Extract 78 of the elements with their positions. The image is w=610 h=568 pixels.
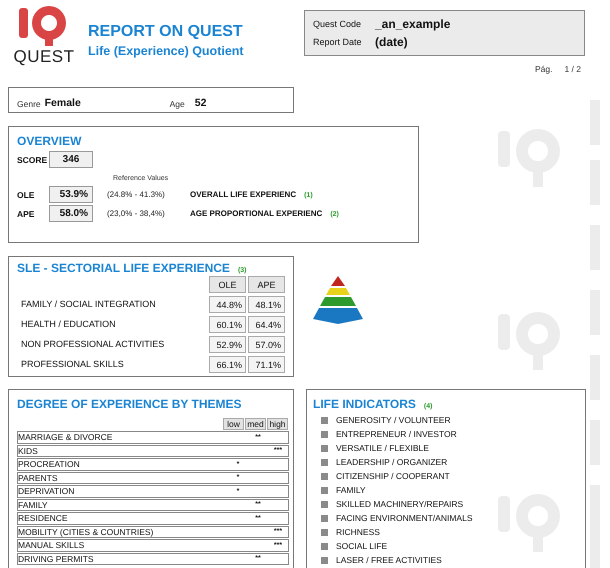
indicator-label: SOCIAL LIFE — [336, 541, 388, 551]
indicator-label: LASER / FREE ACTIVITIES — [336, 555, 442, 565]
bullet-icon — [321, 430, 328, 438]
bullet-icon — [321, 444, 328, 452]
row-label: NON PROFESSIONAL ACTIVITIES — [20, 339, 166, 350]
theme-label: PARENTS — [18, 472, 59, 483]
logo-text: QUEST — [13, 47, 75, 67]
table-cell: 71.1% — [248, 356, 285, 373]
metric-value: 58.0% — [49, 205, 93, 222]
indicator-label: GENEROSITY / VOLUNTEER — [336, 415, 451, 425]
age-value: 52 — [194, 97, 206, 109]
table-cell: 48.1% — [248, 296, 285, 313]
table-cell: 60.1% — [209, 316, 246, 333]
bullet-icon — [321, 472, 328, 480]
column-header: med — [245, 418, 266, 430]
genre-label: Genre — [17, 99, 41, 109]
theme-label: DEPRIVATION — [18, 486, 76, 496]
section-title: DEGREE OF EXPERIENCE BY THEMES — [17, 397, 242, 411]
logo-icon — [19, 6, 69, 46]
bullet-icon — [321, 556, 328, 564]
field-value: _an_example — [375, 17, 452, 31]
theme-label: RESIDENCE — [18, 513, 69, 524]
page-label: Pág. — [534, 64, 552, 74]
row-label: PROFESSIONAL SKILLS — [20, 359, 125, 370]
field-label: Quest Code — [313, 19, 362, 29]
table-cell: 44.8% — [209, 296, 246, 313]
bullet-icon — [321, 528, 328, 536]
indicator-label: VERSATILE / FLEXIBLE — [336, 443, 429, 453]
section-title: SLE - SECTORIAL LIFE EXPERIENCE — [17, 261, 230, 275]
indicator-label: ENTREPRENEUR / INVESTOR — [336, 429, 457, 439]
reference-range: (24.8% - 41.3%) — [107, 190, 166, 199]
genre-value: Female — [44, 97, 82, 109]
indicator-label: CITIZENSHIP / COOPERANT — [336, 471, 450, 481]
report-subtitle: Life (Experience) Quotient — [88, 44, 245, 58]
theme-label: MOBILITY (CITIES & COUNTRIES) — [18, 526, 154, 537]
theme-label: DRIVING PERMITS — [18, 554, 95, 564]
bullet-icon — [321, 500, 328, 508]
indicator-label: RICHNESS — [336, 527, 380, 537]
bullet-icon — [321, 458, 328, 466]
column-header: high — [267, 418, 288, 430]
score-label: SCORE — [17, 154, 48, 164]
table-cell: 66.1% — [209, 356, 246, 373]
field-label: Report Date — [313, 37, 363, 47]
column-header: APE — [248, 276, 285, 293]
field-value: (date) — [375, 35, 409, 49]
bullet-icon — [321, 486, 328, 494]
table-cell: 64.4% — [248, 316, 285, 333]
bullet-icon — [321, 514, 328, 522]
bullet-icon — [321, 542, 328, 550]
theme-label: PROCREATION — [18, 459, 81, 470]
column-header: OLE — [209, 276, 246, 293]
section-title: LIFE INDICATORS — [313, 397, 416, 411]
column-header: low — [223, 418, 244, 430]
indicator-label: FACING ENVIRONMENT/ANIMALS — [336, 513, 472, 523]
metric-label: OLE — [17, 190, 36, 200]
metric-description: AGE PROPORTIONAL EXPERIENC — [190, 209, 322, 218]
bullet-icon — [321, 416, 328, 424]
reference-range: (23,0% - 38,4%) — [107, 209, 166, 218]
score-value: 346 — [49, 151, 93, 168]
theme-label: MARRIAGE & DIVORCE — [18, 432, 114, 442]
report-title: REPORT ON QUEST — [88, 23, 244, 41]
age-label: Age — [170, 99, 185, 109]
indicator-label: LEADERSHIP / ORGANIZER — [336, 457, 448, 467]
metric-value: 53.9% — [49, 186, 93, 203]
pyramid-icon — [312, 276, 364, 324]
metric-label: APE — [17, 208, 36, 218]
theme-label: KIDS — [18, 446, 39, 456]
theme-label: FAMILY — [18, 500, 49, 510]
table-cell: 52.9% — [209, 336, 246, 353]
theme-label: MANUAL SKILLS — [18, 540, 86, 550]
indicator-label: FAMILY — [336, 485, 366, 495]
section-title: OVERVIEW — [17, 134, 82, 148]
table-cell: 57.0% — [248, 336, 285, 353]
row-label: HEALTH / EDUCATION — [20, 319, 117, 330]
page-number: 1 / 2 — [564, 64, 581, 74]
metric-description: OVERALL LIFE EXPERIENC — [190, 190, 296, 199]
indicator-label: SKILLED MACHINERY/REPAIRS — [336, 499, 464, 509]
row-label: FAMILY / SOCIAL INTEGRATION — [20, 299, 157, 310]
